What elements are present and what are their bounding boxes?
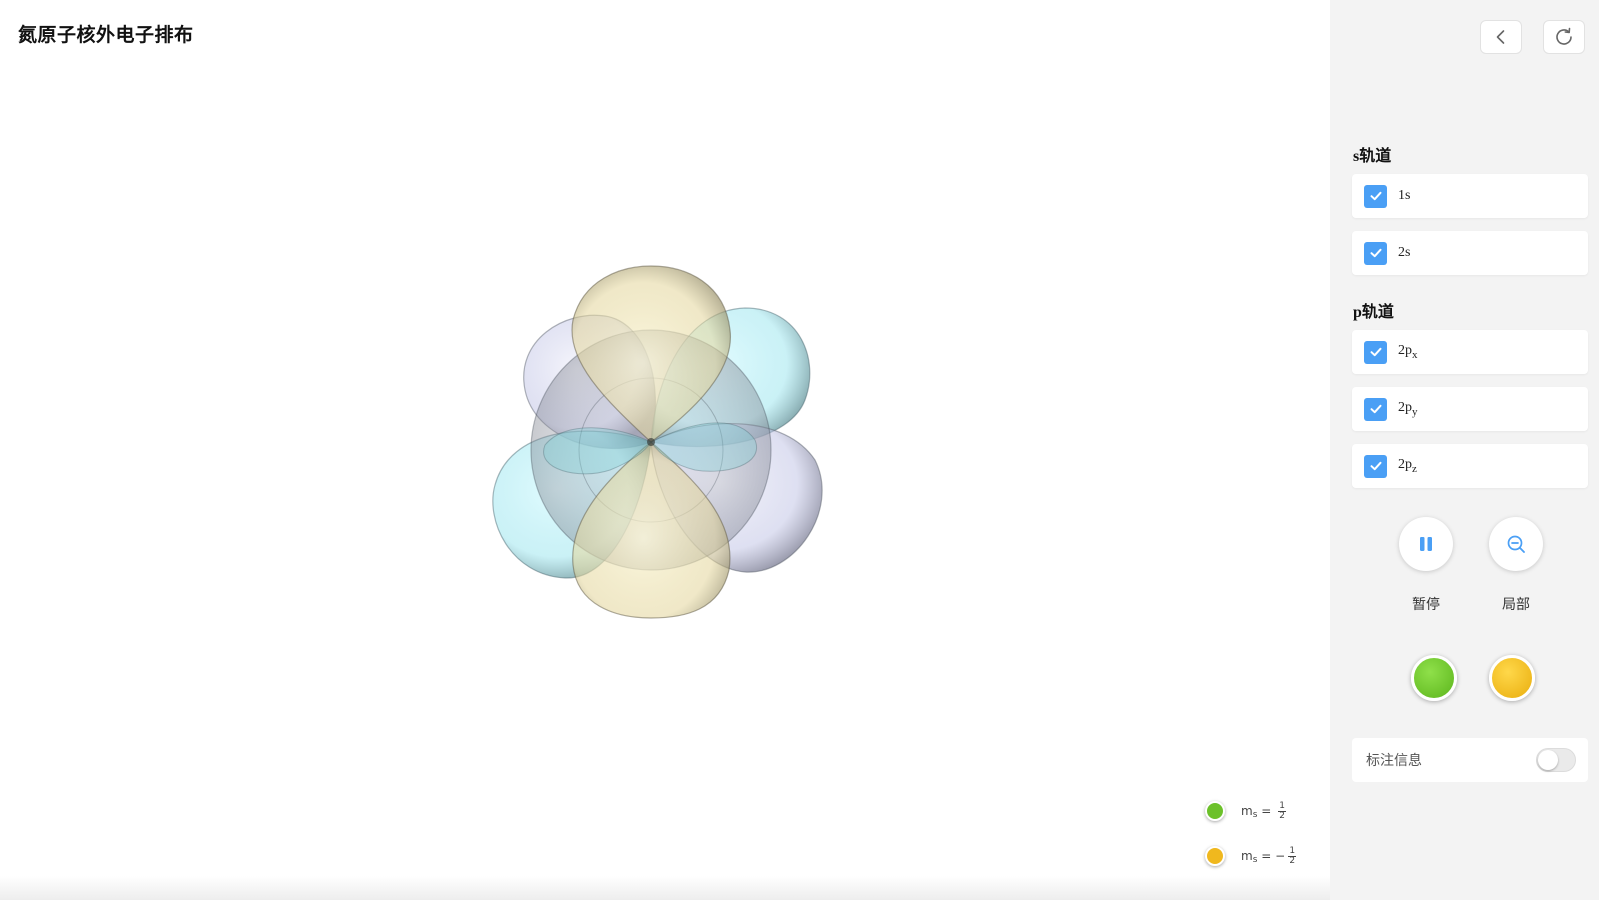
annotation-toggle-row: 标注信息 [1352,738,1588,782]
canvas-area[interactable]: 氮原子核外电子排布 m s = 1 2 m s = − 1 2 [0,0,1330,900]
refresh-button[interactable] [1543,20,1585,54]
orbital-label-2px: 2px [1398,343,1418,361]
checkmark-icon [1370,347,1381,357]
legend-item-spin-up: ms = 12 [1205,796,1325,826]
zoom-button[interactable] [1489,517,1543,571]
toggle-knob [1538,750,1558,770]
checkbox-1s[interactable] [1364,184,1387,208]
orbital-label-1s: 1s [1398,188,1411,203]
orbital-item-1s[interactable]: 1s [1352,174,1588,218]
pause-icon [1420,537,1432,551]
back-button[interactable] [1480,20,1522,54]
orbital-item-2pz[interactable]: 2pz [1352,444,1588,488]
checkmark-icon [1370,191,1381,201]
orbital-label-2s: 2s [1398,245,1411,260]
checkmark-icon [1370,248,1381,258]
legend-label-spin-down: ms = − 12 [1241,845,1297,866]
annotation-toggle-switch[interactable] [1536,748,1576,772]
page-title: 氮原子核外电子排布 [18,25,194,46]
checkmark-icon [1370,404,1381,414]
checkbox-2py[interactable] [1364,397,1387,421]
pause-button[interactable] [1399,517,1453,571]
annotation-toggle-label: 标注信息 [1366,752,1422,768]
checkmark-icon [1370,461,1381,471]
legend-label-spin-up: ms = 12 [1241,800,1287,821]
legend-item-spin-down: ms = − 12 [1205,841,1325,871]
orbital-label-2pz: 2pz [1398,457,1417,475]
spin-up-dot [1205,801,1225,821]
spin-up-color-button[interactable] [1411,655,1457,701]
p-orbital-heading: p轨道 [1353,304,1394,321]
orbital-item-2px[interactable]: 2px [1352,330,1588,374]
orbital-3d-view[interactable] [455,250,855,650]
orbital-label-2py: 2py [1398,400,1418,418]
checkbox-2s[interactable] [1364,241,1387,265]
zoom-out-icon [1507,535,1525,553]
nucleus [647,438,655,446]
spin-down-color-button[interactable] [1489,655,1535,701]
orbital-item-2py[interactable]: 2py [1352,387,1588,431]
chevron-left-icon [1496,30,1505,44]
bottom-edge-shadow [0,876,1330,900]
control-panel: s轨道 1s 2s p轨道 2px 2py 2pz 暂停 局部 标注信息 [1330,0,1599,900]
refresh-icon [1556,27,1572,45]
orbital-item-2s[interactable]: 2s [1352,231,1588,275]
checkbox-2pz[interactable] [1364,454,1387,478]
checkbox-2px[interactable] [1364,340,1387,364]
zoom-label: 局部 [1502,596,1530,612]
spin-down-dot [1205,846,1225,866]
pause-label: 暂停 [1412,596,1440,612]
s-orbital-heading: s轨道 [1353,148,1392,165]
